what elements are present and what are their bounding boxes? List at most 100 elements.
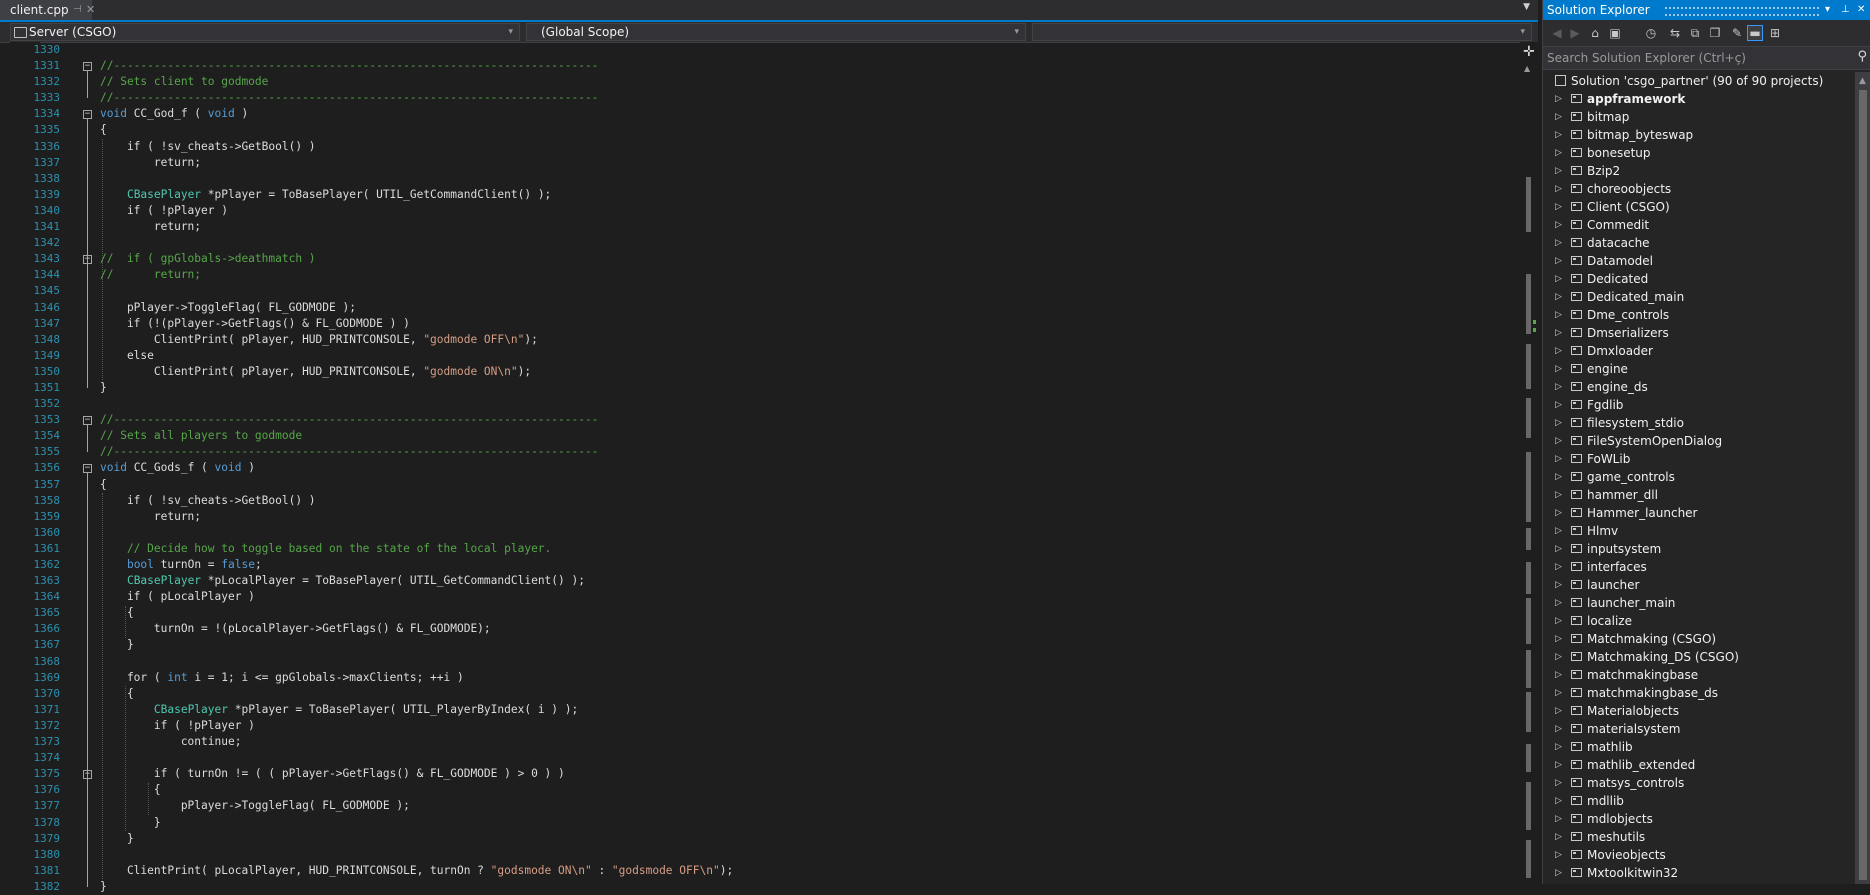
scope-dropdown[interactable]: (Global Scope) ▾ bbox=[526, 23, 1026, 41]
project-node[interactable]: ▷ bitmap bbox=[1543, 108, 1870, 126]
code-line[interactable]: { bbox=[100, 605, 1520, 621]
project-node[interactable]: ▷ filesystem_stdio bbox=[1543, 414, 1870, 432]
project-node[interactable]: ▷ materialsystem bbox=[1543, 720, 1870, 738]
project-node[interactable]: ▷ FoWLib bbox=[1543, 450, 1870, 468]
expand-arrow-icon[interactable]: ▷ bbox=[1555, 342, 1562, 360]
code-line[interactable]: } bbox=[100, 637, 1520, 653]
solution-root[interactable]: Solution 'csgo_partner' (90 of 90 projec… bbox=[1543, 72, 1870, 90]
expand-arrow-icon[interactable]: ▷ bbox=[1555, 594, 1562, 612]
code-line[interactable]: else bbox=[100, 348, 1520, 364]
expand-arrow-icon[interactable]: ▷ bbox=[1555, 702, 1562, 720]
solution-search-box[interactable]: ⚲ bbox=[1543, 46, 1870, 70]
drag-grip[interactable] bbox=[1665, 7, 1819, 16]
code-line[interactable]: //--------------------------------------… bbox=[100, 412, 1520, 428]
expand-arrow-icon[interactable]: ▷ bbox=[1555, 612, 1562, 630]
code-line[interactable]: { bbox=[100, 686, 1520, 702]
project-node[interactable]: ▷ Matchmaking (CSGO) bbox=[1543, 630, 1870, 648]
expand-arrow-icon[interactable]: ▷ bbox=[1555, 270, 1562, 288]
project-node[interactable]: ▷ matsys_controls bbox=[1543, 774, 1870, 792]
code-line[interactable]: CBasePlayer *pLocalPlayer = ToBasePlayer… bbox=[100, 573, 1520, 589]
code-line[interactable]: //--------------------------------------… bbox=[100, 444, 1520, 460]
code-line[interactable]: } bbox=[100, 380, 1520, 396]
expand-arrow-icon[interactable]: ▷ bbox=[1555, 828, 1562, 846]
code-line[interactable] bbox=[100, 525, 1520, 541]
code-line[interactable]: { bbox=[100, 782, 1520, 798]
project-node[interactable]: ▷ mathlib bbox=[1543, 738, 1870, 756]
class-view-icon[interactable]: ⊞ bbox=[1767, 25, 1783, 41]
project-node[interactable]: ▷ mathlib_extended bbox=[1543, 756, 1870, 774]
expand-arrow-icon[interactable]: ▷ bbox=[1555, 180, 1562, 198]
code-line[interactable]: ClientPrint( pPlayer, HUD_PRINTCONSOLE, … bbox=[100, 364, 1520, 380]
code-line[interactable] bbox=[100, 171, 1520, 187]
expand-arrow-icon[interactable]: ▷ bbox=[1555, 450, 1562, 468]
code-line[interactable] bbox=[100, 283, 1520, 299]
close-icon[interactable]: ✕ bbox=[1857, 0, 1865, 20]
expand-arrow-icon[interactable]: ▷ bbox=[1555, 684, 1562, 702]
code-line[interactable]: return; bbox=[100, 219, 1520, 235]
project-dropdown[interactable]: Server (CSGO) ▾ bbox=[10, 23, 520, 41]
code-line[interactable] bbox=[100, 42, 1520, 58]
code-line[interactable]: CBasePlayer *pPlayer = ToBasePlayer( UTI… bbox=[100, 702, 1520, 718]
expand-arrow-icon[interactable]: ▷ bbox=[1555, 504, 1562, 522]
code-line[interactable]: } bbox=[100, 879, 1520, 895]
expand-arrow-icon[interactable]: ▷ bbox=[1555, 810, 1562, 828]
scroll-up-icon[interactable]: ▲ bbox=[1524, 64, 1530, 73]
expand-arrow-icon[interactable]: ▷ bbox=[1555, 774, 1562, 792]
code-line[interactable]: ClientPrint( pLocalPlayer, HUD_PRINTCONS… bbox=[100, 863, 1520, 879]
switch-views-icon[interactable]: ▣ bbox=[1607, 25, 1623, 41]
project-node[interactable]: ▷ bonesetup bbox=[1543, 144, 1870, 162]
code-line[interactable]: // return; bbox=[100, 267, 1520, 283]
expand-arrow-icon[interactable]: ▷ bbox=[1555, 90, 1562, 108]
pin-icon[interactable]: ⊣ bbox=[73, 0, 82, 20]
project-node[interactable]: ▷ bitmap_byteswap bbox=[1543, 126, 1870, 144]
project-node[interactable]: ▷ Dmserializers bbox=[1543, 324, 1870, 342]
auto-hide-pin-icon[interactable]: ⊥ bbox=[1841, 0, 1850, 20]
code-line[interactable]: { bbox=[100, 122, 1520, 138]
project-node[interactable]: ▷ meshutils bbox=[1543, 828, 1870, 846]
code-line[interactable]: ClientPrint( pPlayer, HUD_PRINTCONSOLE, … bbox=[100, 332, 1520, 348]
expand-arrow-icon[interactable]: ▷ bbox=[1555, 846, 1562, 864]
code-line[interactable]: if ( !pPlayer ) bbox=[100, 203, 1520, 219]
project-node[interactable]: ▷ engine bbox=[1543, 360, 1870, 378]
project-node[interactable]: ▷ Dedicated_main bbox=[1543, 288, 1870, 306]
expand-arrow-icon[interactable]: ▷ bbox=[1555, 288, 1562, 306]
project-node[interactable]: ▷ datacache bbox=[1543, 234, 1870, 252]
expand-arrow-icon[interactable]: ▷ bbox=[1555, 756, 1562, 774]
project-node[interactable]: ▷ engine_ds bbox=[1543, 378, 1870, 396]
project-node[interactable]: ▷ appframework bbox=[1543, 90, 1870, 108]
properties-icon[interactable]: ✎ bbox=[1729, 25, 1745, 41]
expand-arrow-icon[interactable]: ▷ bbox=[1555, 144, 1562, 162]
expand-arrow-icon[interactable]: ▷ bbox=[1555, 630, 1562, 648]
expand-arrow-icon[interactable]: ▷ bbox=[1555, 522, 1562, 540]
tab-client-cpp[interactable]: client.cpp ⊣ ✕ bbox=[0, 0, 95, 20]
scroll-up-icon[interactable]: ▲ bbox=[1859, 76, 1866, 86]
solution-explorer-titlebar[interactable]: Solution Explorer ▾ ⊥ ✕ bbox=[1543, 0, 1870, 20]
project-node[interactable]: ▷ Client (CSGO) bbox=[1543, 198, 1870, 216]
project-node[interactable]: ▷ Fgdlib bbox=[1543, 396, 1870, 414]
expand-arrow-icon[interactable]: ▷ bbox=[1555, 162, 1562, 180]
project-node[interactable]: ▷ choreoobjects bbox=[1543, 180, 1870, 198]
expand-arrow-icon[interactable]: ▷ bbox=[1555, 576, 1562, 594]
project-node[interactable]: ▷ Matchmaking_DS (CSGO) bbox=[1543, 648, 1870, 666]
project-node[interactable]: ▷ Bzip2 bbox=[1543, 162, 1870, 180]
expand-arrow-icon[interactable]: ▷ bbox=[1555, 540, 1562, 558]
project-node[interactable]: ▷ Datamodel bbox=[1543, 252, 1870, 270]
expand-arrow-icon[interactable]: ▷ bbox=[1555, 126, 1562, 144]
code-line[interactable]: return; bbox=[100, 509, 1520, 525]
forward-icon[interactable]: ▶ bbox=[1567, 25, 1583, 41]
code-line[interactable]: if (!(pPlayer->GetFlags() & FL_GODMODE )… bbox=[100, 316, 1520, 332]
expand-arrow-icon[interactable]: ▷ bbox=[1555, 252, 1562, 270]
expand-arrow-icon[interactable]: ▷ bbox=[1555, 414, 1562, 432]
expand-arrow-icon[interactable]: ▷ bbox=[1555, 738, 1562, 756]
code-line[interactable]: // Sets all players to godmode bbox=[100, 428, 1520, 444]
tree-vertical-scrollbar[interactable]: ▲ bbox=[1855, 72, 1870, 884]
project-node[interactable]: ▷ Mxtoolkitwin32 bbox=[1543, 864, 1870, 882]
code-line[interactable]: // Decide how to toggle based on the sta… bbox=[100, 541, 1520, 557]
pending-changes-icon[interactable]: ◷ bbox=[1643, 25, 1659, 41]
close-icon[interactable]: ✕ bbox=[86, 0, 95, 20]
code-line[interactable]: turnOn = !(pLocalPlayer->GetFlags() & FL… bbox=[100, 621, 1520, 637]
code-line[interactable]: void CC_God_f ( void ) bbox=[100, 106, 1520, 122]
expand-arrow-icon[interactable]: ▷ bbox=[1555, 864, 1562, 882]
project-node[interactable]: ▷ FileSystemOpenDialog bbox=[1543, 432, 1870, 450]
expand-arrow-icon[interactable]: ▷ bbox=[1555, 558, 1562, 576]
